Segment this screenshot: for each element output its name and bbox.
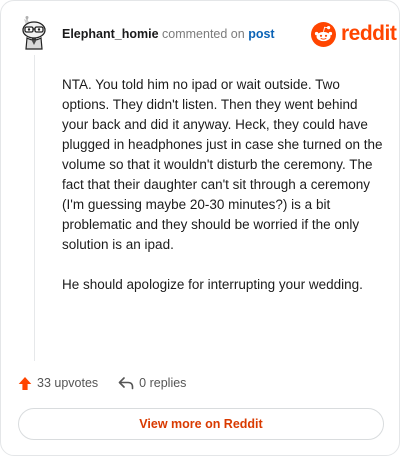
upvote-button[interactable]: 33 upvotes xyxy=(18,376,98,391)
reddit-alien-icon xyxy=(311,21,336,47)
reply-arrow-icon xyxy=(118,377,134,390)
avatar-snoo-icon xyxy=(22,16,46,50)
reply-button[interactable]: 0 replies xyxy=(118,376,186,390)
author-name[interactable]: Elephant_homie xyxy=(62,27,159,41)
comment-card: Elephant_homie commented on post reddit … xyxy=(0,0,400,456)
comment-header: Elephant_homie commented on post xyxy=(62,26,275,42)
action-text: commented on xyxy=(162,27,245,41)
upvote-count: 33 upvotes xyxy=(37,376,99,390)
reply-count: 0 replies xyxy=(139,376,187,390)
user-avatar[interactable] xyxy=(18,16,50,50)
reddit-wordmark: reddit xyxy=(341,22,397,45)
comment-paragraph: NTA. You told him no ipad or wait outsid… xyxy=(62,77,383,252)
view-more-button[interactable]: View more on Reddit xyxy=(18,408,384,440)
comment-actions: 33 upvotes 0 replies xyxy=(18,374,186,392)
comment-paragraph: He should apologize for interrupting you… xyxy=(62,277,363,292)
reddit-logo[interactable]: reddit xyxy=(311,20,397,48)
post-link[interactable]: post xyxy=(248,27,274,41)
comment-body: NTA. You told him no ipad or wait outsid… xyxy=(62,75,384,315)
thread-line xyxy=(34,55,35,361)
upvote-arrow-icon xyxy=(18,376,32,390)
